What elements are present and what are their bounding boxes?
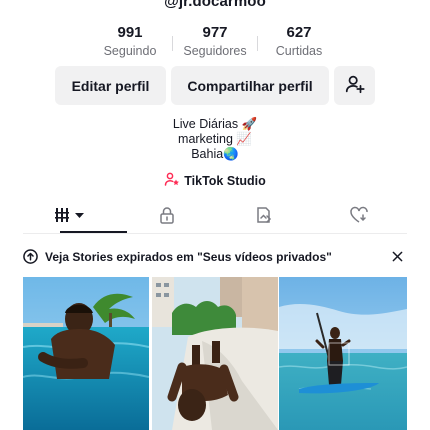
close-icon[interactable]	[387, 251, 407, 262]
bio-line: marketing 📈	[178, 132, 252, 146]
profile-stats: 991 Seguindo 977 Seguidores 627 Curtidas	[0, 24, 430, 64]
stat-likes-count: 627	[286, 24, 312, 41]
lock-icon	[158, 206, 176, 229]
studio-person-icon	[164, 171, 180, 190]
video-thumbnail[interactable]	[152, 277, 278, 430]
stat-following-label: Seguindo	[103, 44, 157, 58]
profile-bio: Live Diárias 🚀 marketing 📈 Bahia🌏	[0, 117, 430, 162]
tiktok-studio-link[interactable]: TikTok Studio	[0, 171, 430, 190]
profile-username: @jr.docarmoo	[164, 0, 266, 10]
studio-label: TikTok Studio	[184, 173, 266, 188]
tab-reposts[interactable]	[215, 200, 311, 234]
video-thumbnail[interactable]	[279, 277, 407, 430]
tab-liked[interactable]	[311, 200, 407, 234]
active-tab-indicator	[60, 231, 127, 233]
profile-tabs	[23, 200, 407, 234]
tab-videos[interactable]	[23, 200, 119, 234]
repost-icon	[253, 206, 273, 229]
stat-followers-label: Seguidores	[183, 44, 247, 58]
grid-videos-icon	[55, 207, 87, 228]
video-grid	[23, 277, 407, 430]
stat-likes: 627 Curtidas	[256, 24, 342, 59]
add-friend-button[interactable]	[334, 66, 375, 105]
stories-banner[interactable]: Veja Stories expirados em "Seus vídeos p…	[23, 243, 407, 270]
bio-line: Live Diárias 🚀	[172, 117, 258, 131]
stat-followers[interactable]: 977 Seguidores	[172, 24, 258, 59]
share-profile-button[interactable]: Compartilhar perfil	[171, 66, 329, 105]
banner-text: Veja Stories expirados em "Seus vídeos p…	[45, 249, 332, 264]
video-thumbnail[interactable]	[23, 277, 149, 430]
stat-following-count: 991	[117, 24, 143, 41]
add-user-icon	[344, 73, 366, 98]
stat-followers-count: 977	[202, 24, 228, 41]
upload-circle-icon	[23, 249, 43, 264]
stat-following[interactable]: 991 Seguindo	[87, 24, 173, 59]
liked-heart-icon	[349, 206, 369, 229]
edit-profile-button[interactable]: Editar perfil	[55, 66, 166, 105]
stat-likes-label: Curtidas	[275, 44, 323, 58]
tab-private[interactable]	[119, 200, 215, 234]
bio-line: Bahia🌏	[191, 147, 239, 161]
